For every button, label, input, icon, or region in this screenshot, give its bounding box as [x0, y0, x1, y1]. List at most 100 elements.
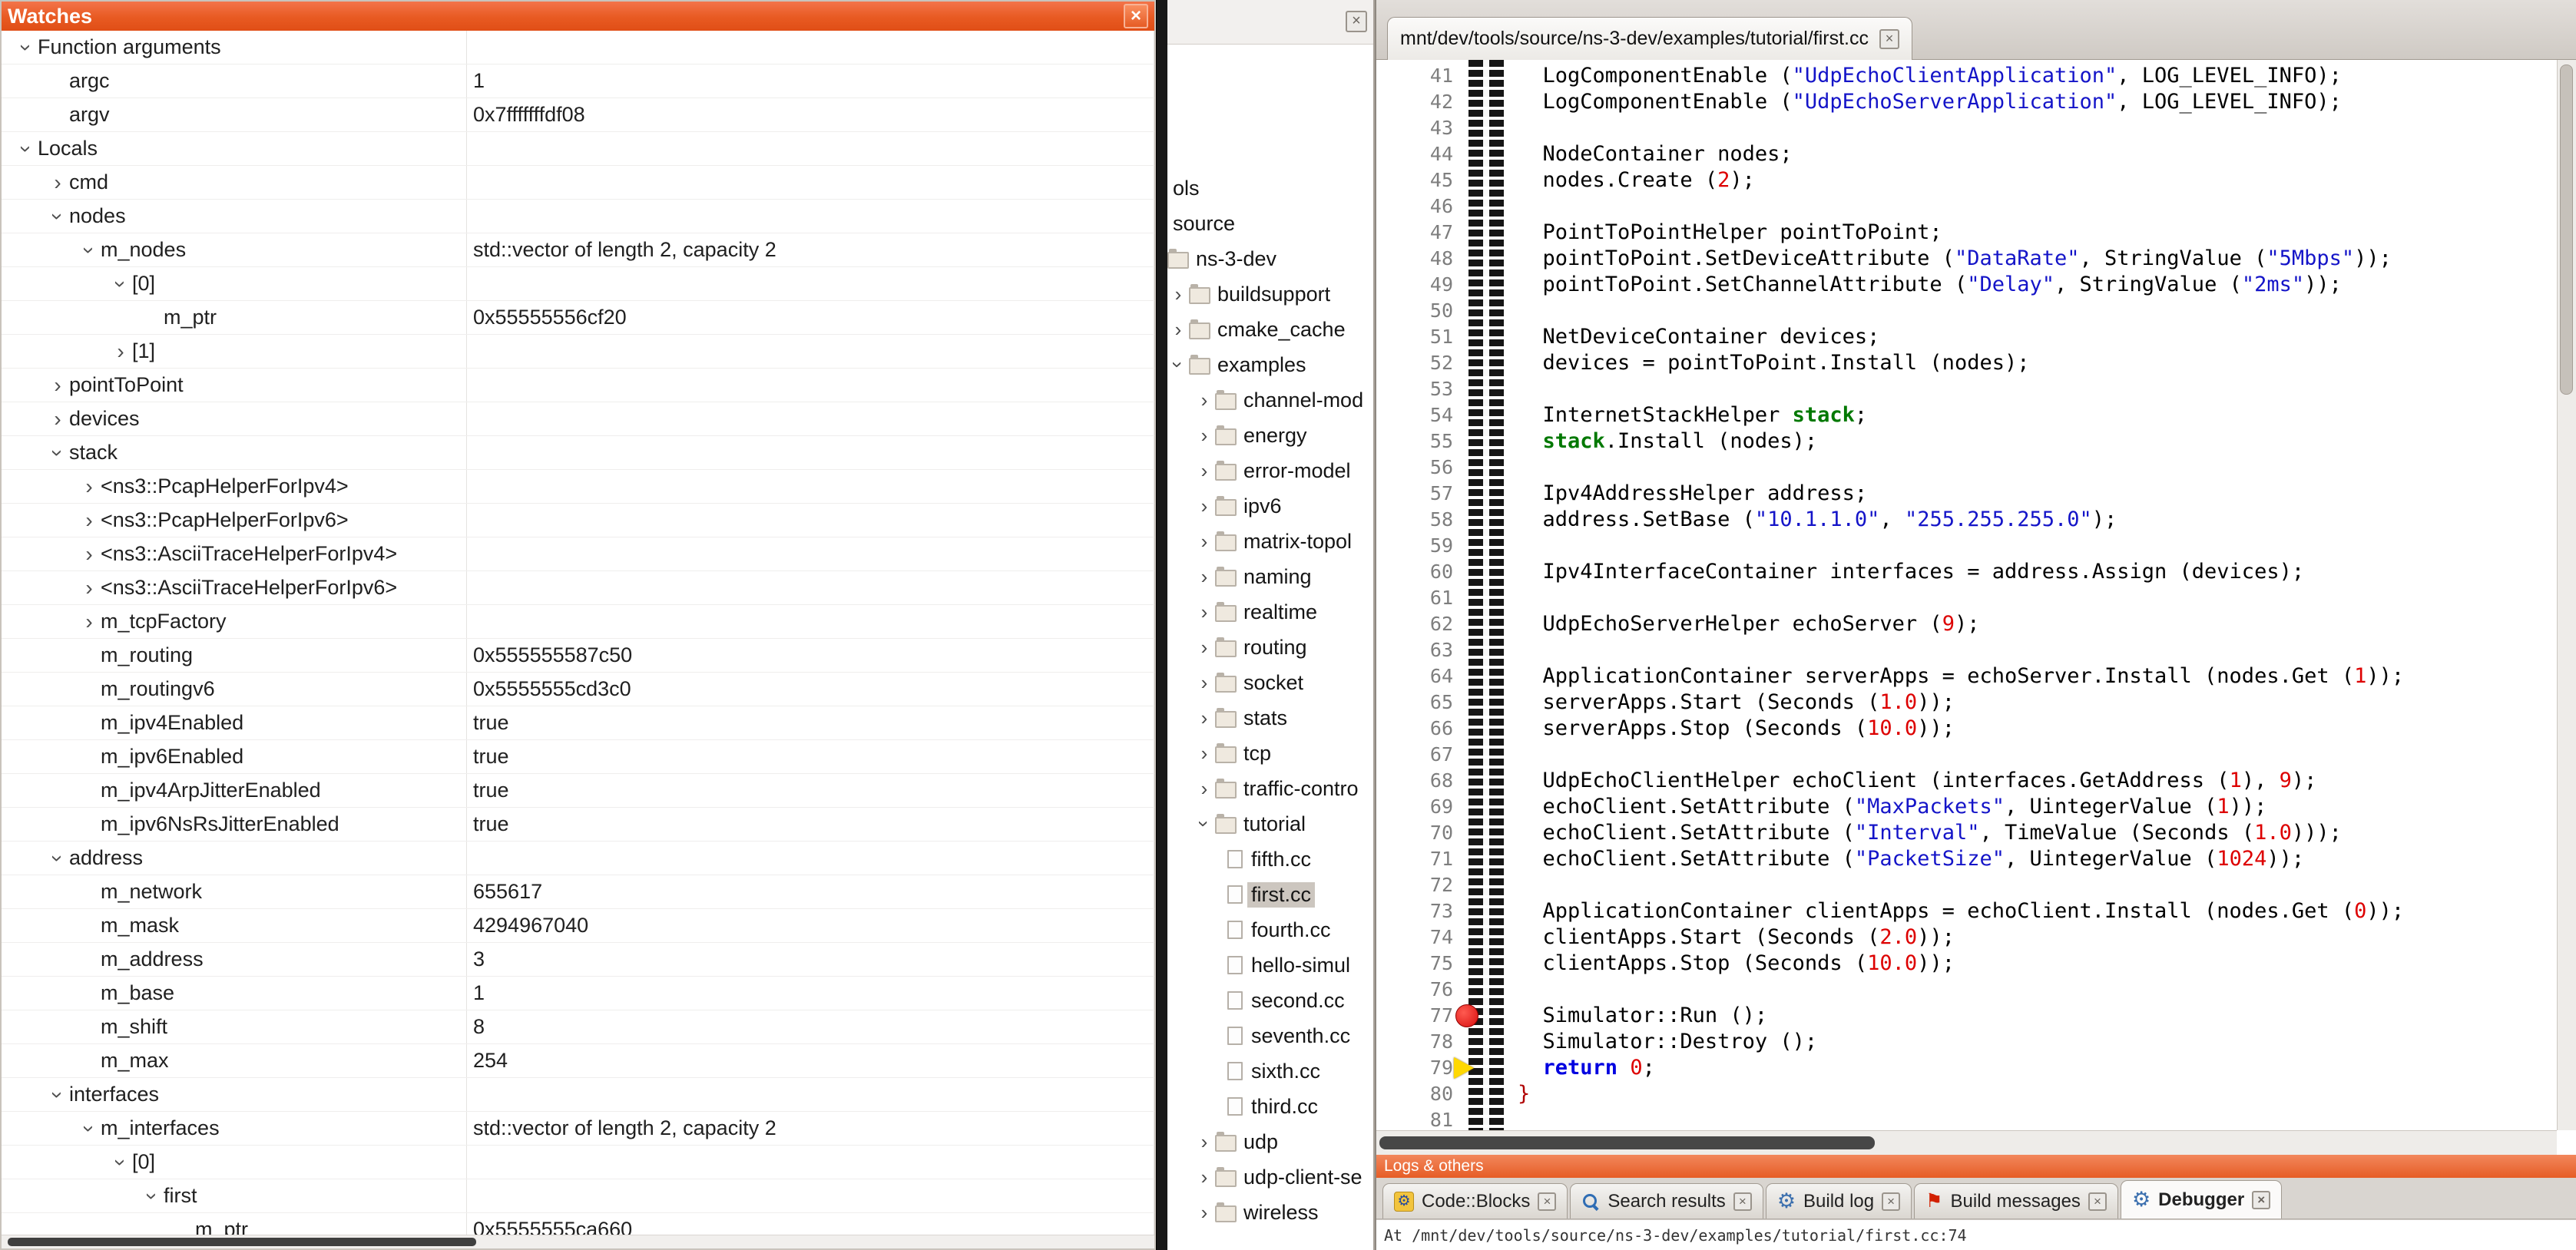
tree-item[interactable]: ›energy: [1167, 418, 1373, 453]
watch-row[interactable]: argv0x7fffffffdf08: [2, 98, 1154, 132]
collapse-chevron-icon[interactable]: ›: [15, 36, 38, 59]
tree-item[interactable]: ›matrix-topol: [1167, 524, 1373, 559]
tree-item[interactable]: ›socket: [1167, 665, 1373, 700]
watch-row[interactable]: ›devices: [2, 402, 1154, 436]
line-number[interactable]: 47: [1376, 220, 1461, 246]
expand-chevron-icon[interactable]: ›: [1194, 707, 1215, 729]
code-line[interactable]: [1504, 637, 2557, 663]
tree-item[interactable]: ›wireless: [1167, 1195, 1373, 1230]
code-line[interactable]: ApplicationContainer clientApps = echoCl…: [1504, 898, 2557, 924]
editor-tab[interactable]: mnt/dev/tools/source/ns-3-dev/examples/t…: [1387, 17, 1912, 61]
code-line[interactable]: address.SetBase ("10.1.1.0", "255.255.25…: [1504, 507, 2557, 533]
expand-chevron-icon[interactable]: ›: [1194, 495, 1215, 517]
line-number[interactable]: 75: [1376, 951, 1461, 977]
code-line[interactable]: InternetStackHelper stack;: [1504, 402, 2557, 428]
code-line[interactable]: [1504, 533, 2557, 559]
logs-tab-debugger[interactable]: ⚙Debugger×: [2121, 1180, 2282, 1219]
code-line[interactable]: [1504, 585, 2557, 611]
line-number[interactable]: 43: [1376, 115, 1461, 141]
expand-chevron-icon[interactable]: ›: [1194, 460, 1215, 481]
line-number[interactable]: 52: [1376, 350, 1461, 376]
expand-chevron-icon[interactable]: ›: [1194, 1202, 1215, 1223]
tab-close-icon[interactable]: ×: [2252, 1191, 2270, 1209]
code-line[interactable]: clientApps.Stop (Seconds (10.0));: [1504, 951, 2557, 977]
line-number-gutter[interactable]: 4142434445464748495051525354555657585960…: [1376, 63, 1461, 1130]
code-line[interactable]: UdpEchoServerHelper echoServer (9);: [1504, 611, 2557, 637]
collapse-chevron-icon[interactable]: ›: [46, 441, 69, 465]
tree-panel-close-icon[interactable]: ×: [1346, 11, 1367, 32]
code-line[interactable]: devices = pointToPoint.Install (nodes);: [1504, 350, 2557, 376]
watch-row[interactable]: ›m_tcpFactory: [2, 605, 1154, 639]
expand-chevron-icon[interactable]: ›: [78, 475, 101, 498]
tree-item[interactable]: ›udp-client-se: [1167, 1159, 1373, 1195]
collapse-chevron-icon[interactable]: ›: [109, 273, 132, 296]
code-line[interactable]: [1504, 455, 2557, 481]
editor-tab-close-icon[interactable]: ×: [1879, 29, 1899, 49]
collapse-chevron-icon[interactable]: ›: [78, 239, 101, 262]
expand-chevron-icon[interactable]: ›: [1194, 531, 1215, 552]
breakpoint-margin[interactable]: [1468, 60, 1504, 1130]
code-line[interactable]: stack.Install (nodes);: [1504, 428, 2557, 455]
watch-row[interactable]: m_address3: [2, 943, 1154, 977]
watch-row[interactable]: m_ipv6Enabledtrue: [2, 740, 1154, 774]
expand-chevron-icon[interactable]: ›: [1194, 672, 1215, 693]
tree-item[interactable]: ›traffic-contro: [1167, 771, 1373, 806]
code-line[interactable]: NetDeviceContainer devices;: [1504, 324, 2557, 350]
code-line[interactable]: [1504, 872, 2557, 898]
code-line[interactable]: NodeContainer nodes;: [1504, 141, 2557, 167]
line-number[interactable]: 64: [1376, 663, 1461, 689]
collapse-chevron-icon[interactable]: ›: [46, 1083, 69, 1106]
line-number[interactable]: 50: [1376, 298, 1461, 324]
line-number[interactable]: 57: [1376, 481, 1461, 507]
watch-row[interactable]: ›[1]: [2, 335, 1154, 369]
line-number[interactable]: 46: [1376, 193, 1461, 220]
tree-item[interactable]: seventh.cc: [1167, 1018, 1373, 1053]
expand-chevron-icon[interactable]: ›: [1194, 389, 1215, 411]
watch-row[interactable]: m_ipv4ArpJitterEnabledtrue: [2, 774, 1154, 808]
watch-row[interactable]: ›m_nodesstd::vector of length 2, capacit…: [2, 233, 1154, 267]
tree-item[interactable]: ›cmake_cache: [1167, 312, 1373, 347]
line-number[interactable]: 56: [1376, 455, 1461, 481]
line-number[interactable]: 55: [1376, 428, 1461, 455]
expand-chevron-icon[interactable]: ›: [1194, 637, 1215, 658]
tab-close-icon[interactable]: ×: [1538, 1192, 1556, 1211]
editor-vscrollbar[interactable]: [2557, 60, 2576, 1130]
tab-close-icon[interactable]: ×: [1733, 1192, 1752, 1211]
code-line[interactable]: [1504, 977, 2557, 1003]
watch-row[interactable]: argc1: [2, 64, 1154, 98]
code-line[interactable]: pointToPoint.SetChannelAttribute ("Delay…: [1504, 272, 2557, 298]
expand-chevron-icon[interactable]: ›: [1167, 319, 1189, 340]
expand-chevron-icon[interactable]: ›: [1194, 1131, 1215, 1152]
code-line[interactable]: pointToPoint.SetDeviceAttribute ("DataRa…: [1504, 246, 2557, 272]
watch-row[interactable]: ›[0]: [2, 267, 1154, 301]
code-line[interactable]: Ipv4AddressHelper address;: [1504, 481, 2557, 507]
breakpoint-marker-icon[interactable]: [1455, 1004, 1478, 1027]
code-line[interactable]: Ipv4InterfaceContainer interfaces = addr…: [1504, 559, 2557, 585]
code-line[interactable]: UdpEchoClientHelper echoClient (interfac…: [1504, 768, 2557, 794]
line-number[interactable]: 59: [1376, 533, 1461, 559]
tree-item[interactable]: ›buildsupport: [1167, 276, 1373, 312]
line-number[interactable]: 81: [1376, 1107, 1461, 1130]
watches-vscrollbar[interactable]: [1156, 0, 1167, 1250]
watch-row[interactable]: m_routingv60x5555555cd3c0: [2, 673, 1154, 706]
editor-vscroll-handle[interactable]: [2560, 64, 2573, 395]
watch-row[interactable]: ›<ns3::PcapHelperForIpv4>: [2, 470, 1154, 504]
line-number[interactable]: 54: [1376, 402, 1461, 428]
watch-row[interactable]: ›<ns3::PcapHelperForIpv6>: [2, 504, 1154, 537]
line-number[interactable]: 66: [1376, 716, 1461, 742]
watch-row[interactable]: ›pointToPoint: [2, 369, 1154, 402]
line-number[interactable]: 71: [1376, 846, 1461, 872]
tree-item[interactable]: ›tutorial: [1167, 806, 1373, 842]
logs-tab-code-blocks[interactable]: ⚙Code::Blocks×: [1382, 1183, 1568, 1219]
tree-item[interactable]: ›channel-mod: [1167, 382, 1373, 418]
expand-chevron-icon[interactable]: ›: [1194, 778, 1215, 799]
code-line[interactable]: echoClient.SetAttribute ("Interval", Tim…: [1504, 820, 2557, 846]
code-line[interactable]: [1504, 742, 2557, 768]
tree-item[interactable]: fifth.cc: [1167, 842, 1373, 877]
watch-row[interactable]: m_max254: [2, 1044, 1154, 1078]
watch-row[interactable]: m_ipv6NsRsJitterEnabledtrue: [2, 808, 1154, 842]
code-line[interactable]: Simulator::Run ();: [1504, 1003, 2557, 1029]
tree-item[interactable]: ›tcp: [1167, 736, 1373, 771]
editor-hscrollbar[interactable]: [1376, 1130, 2557, 1155]
code-line[interactable]: Simulator::Destroy ();: [1504, 1029, 2557, 1055]
